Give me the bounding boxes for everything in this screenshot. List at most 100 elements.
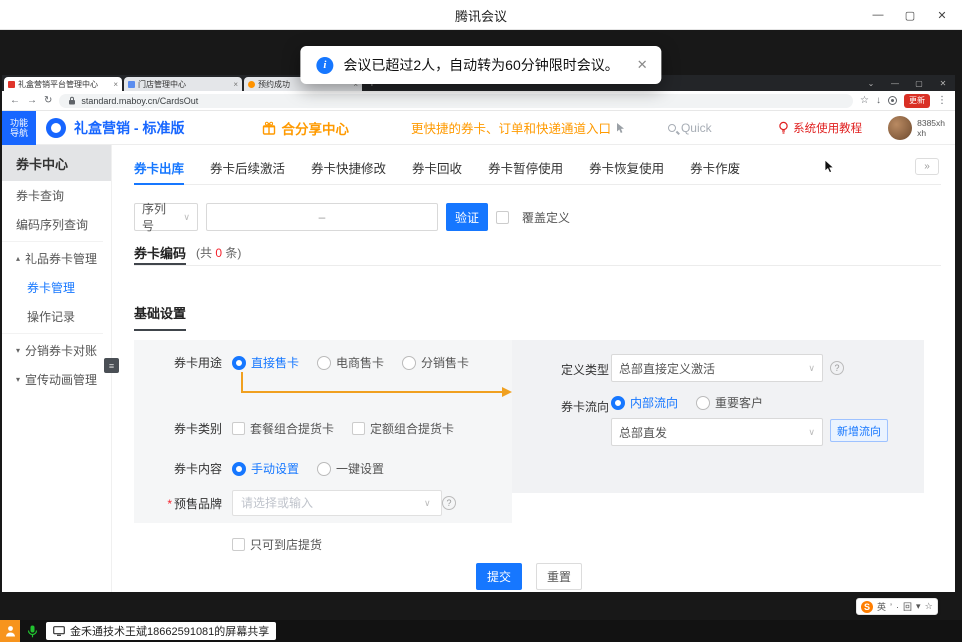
sidebar-collapse-handle[interactable]: ≡ — [104, 358, 119, 373]
content-tab[interactable]: 券卡暂停使用 — [488, 151, 563, 184]
info-icon: i — [316, 57, 333, 74]
define-type-select[interactable]: 总部直接定义激活 ∨ — [611, 354, 823, 382]
content-options: 手动设置 一键设置 — [232, 460, 384, 477]
toast-close-icon[interactable]: ✕ — [637, 57, 648, 73]
tab-close-icon[interactable]: × — [113, 80, 118, 89]
content-tab[interactable]: 券卡回收 — [412, 151, 462, 184]
content-tab[interactable]: 券卡快捷修改 — [311, 151, 386, 184]
ime-dot-icon[interactable]: · — [896, 602, 899, 612]
mic-icon — [27, 625, 38, 638]
person-icon — [5, 625, 16, 637]
function-nav-button[interactable]: 功能 导航 — [2, 111, 36, 145]
radio-option[interactable]: 手动设置 — [232, 460, 299, 477]
monitor-icon — [53, 626, 65, 636]
url-text: standard.maboy.cn/CardsOut — [81, 96, 198, 106]
radio-option[interactable]: 分销售卡 — [402, 354, 469, 371]
back-icon[interactable]: ← — [10, 95, 20, 106]
checkbox-option[interactable]: 套餐组合提货卡 — [232, 420, 334, 437]
radio-option[interactable]: 内部流向 — [611, 394, 678, 411]
override-checkbox[interactable] — [496, 211, 509, 224]
content-row: 券卡内容 手动设置 一键设置 — [134, 460, 512, 477]
mouse-cursor-icon — [824, 160, 836, 174]
address-bar[interactable]: standard.maboy.cn/CardsOut — [59, 94, 853, 108]
forward-icon[interactable]: → — [27, 95, 37, 106]
sidebar-item-label: 操作记录 — [27, 308, 75, 325]
sidebar-item-operation-log[interactable]: 操作记录 — [2, 302, 111, 331]
help-icon[interactable]: ? — [830, 361, 844, 375]
browser-close-button[interactable]: ✕ — [931, 79, 955, 88]
tutorial-label: 系统使用教程 — [793, 120, 862, 136]
content-tab[interactable]: 券卡恢复使用 — [589, 151, 664, 184]
ime-board-icon[interactable]: 回 — [903, 600, 912, 613]
minimize-button[interactable]: — — [862, 0, 894, 30]
radio-option[interactable]: 电商售卡 — [317, 354, 384, 371]
close-button[interactable]: ✕ — [926, 0, 958, 30]
ime-punct-toggle[interactable]: ’ — [890, 602, 892, 612]
tab-label: 门店管理中心 — [138, 79, 230, 90]
profile-icon[interactable] — [888, 96, 897, 105]
star-icon[interactable]: ☆ — [860, 95, 869, 106]
store-only-label: 只可到店提货 — [250, 536, 322, 553]
sidebar-item-card-query[interactable]: 券卡查询 — [2, 181, 111, 210]
ime-caret-icon[interactable]: ▾ — [916, 601, 921, 612]
sidebar-group-distribution-reconcile[interactable]: ▾ 分销券卡对账 — [2, 336, 111, 365]
required-mark: * — [167, 497, 172, 511]
mic-indicator[interactable] — [27, 625, 38, 638]
browser-tab[interactable]: 门店管理中心 × — [124, 77, 242, 91]
radio-option[interactable]: 一键设置 — [317, 460, 384, 477]
tab-favicon — [8, 81, 15, 88]
share-center-link[interactable]: 合分享中心 — [262, 118, 349, 138]
app-body: 券卡中心 券卡查询 编码序列查询 ▴ 礼品券卡管理 券卡管理 操作记录 — [2, 145, 955, 592]
more-icon[interactable]: ⋮ — [937, 95, 947, 106]
usage-label: 券卡用途 — [134, 354, 222, 371]
radio-option[interactable]: 直接售卡 — [232, 354, 299, 371]
user-profile[interactable]: 8385xh xh — [888, 116, 945, 140]
browser-tab[interactable]: 礼盒营销平台管理中心 × — [4, 77, 122, 91]
panel-collapse-button[interactable]: » — [915, 158, 939, 175]
quick-entry-link[interactable]: 更快捷的券卡、订单和快递通道入口 — [411, 118, 626, 137]
checkbox-option[interactable]: 定额组合提货卡 — [352, 420, 454, 437]
tab-search-icon[interactable]: ⌄ — [859, 79, 883, 88]
quick-search[interactable]: Quick — [668, 121, 712, 135]
search-icon — [668, 124, 676, 132]
tab-basic-settings[interactable]: 基础设置 — [134, 303, 186, 331]
browser-update-button[interactable]: 更新 — [904, 94, 930, 108]
ime-lang-toggle[interactable]: 英 — [877, 600, 886, 613]
sidebar-group-gift-card-mgmt[interactable]: ▴ 礼品券卡管理 — [2, 244, 111, 273]
content-tab[interactable]: 券卡出库 — [134, 151, 184, 184]
refresh-icon[interactable]: ↻ — [44, 95, 52, 106]
submit-button[interactable]: 提交 — [476, 563, 522, 590]
ime-skin-icon[interactable]: ☆ — [925, 601, 933, 612]
serial-range-input[interactable]: – — [206, 203, 438, 231]
content-tab[interactable]: 券卡作废 — [690, 151, 740, 184]
sogou-logo-icon[interactable]: S — [861, 601, 873, 613]
tutorial-link[interactable]: 系统使用教程 — [778, 120, 862, 136]
app-header: 功能 导航 礼盒营销 - 标准版 合分享中心 更快捷的券卡、订单和快递通道入口 … — [2, 111, 955, 145]
verify-button[interactable]: 验证 — [446, 203, 488, 231]
maximize-button[interactable]: ▢ — [894, 0, 926, 30]
quick-entry-label: 更快捷的券卡、订单和快递通道入口 — [411, 118, 611, 137]
help-icon[interactable]: ? — [442, 496, 456, 510]
browser-maximize-button[interactable]: ▢ — [907, 79, 931, 88]
add-flow-button[interactable]: 新增流向 — [830, 419, 888, 442]
flow-select[interactable]: 总部直发 ∨ — [611, 418, 823, 446]
sidebar-item-card-mgmt[interactable]: 券卡管理 — [2, 273, 111, 302]
share-center-label: 合分享中心 — [281, 118, 349, 138]
brand-input[interactable] — [232, 490, 442, 516]
tab-close-icon[interactable]: × — [233, 80, 238, 89]
flow-options: 内部流向 重要客户 — [611, 394, 763, 411]
store-only-checkbox[interactable] — [232, 538, 245, 551]
download-icon[interactable]: ↓ — [876, 95, 881, 106]
sidebar-group-promo-animation[interactable]: ▾ 宣传动画管理 — [2, 365, 111, 394]
radio-icon — [696, 396, 710, 410]
serial-type-select[interactable]: 序列号 ∨ — [134, 203, 198, 231]
browser-minimize-button[interactable]: — — [883, 79, 907, 88]
store-only-row[interactable]: 只可到店提货 — [232, 536, 322, 553]
reset-button[interactable]: 重置 — [536, 563, 582, 590]
window-title: 腾讯会议 — [0, 0, 962, 30]
card-code-count: (共 0 条) — [196, 244, 241, 261]
content-tab[interactable]: 券卡后续激活 — [210, 151, 285, 184]
radio-option[interactable]: 重要客户 — [696, 394, 763, 411]
sidebar-item-code-sequence-query[interactable]: 编码序列查询 — [2, 210, 111, 239]
serial-select-value: 序列号 — [142, 200, 177, 234]
